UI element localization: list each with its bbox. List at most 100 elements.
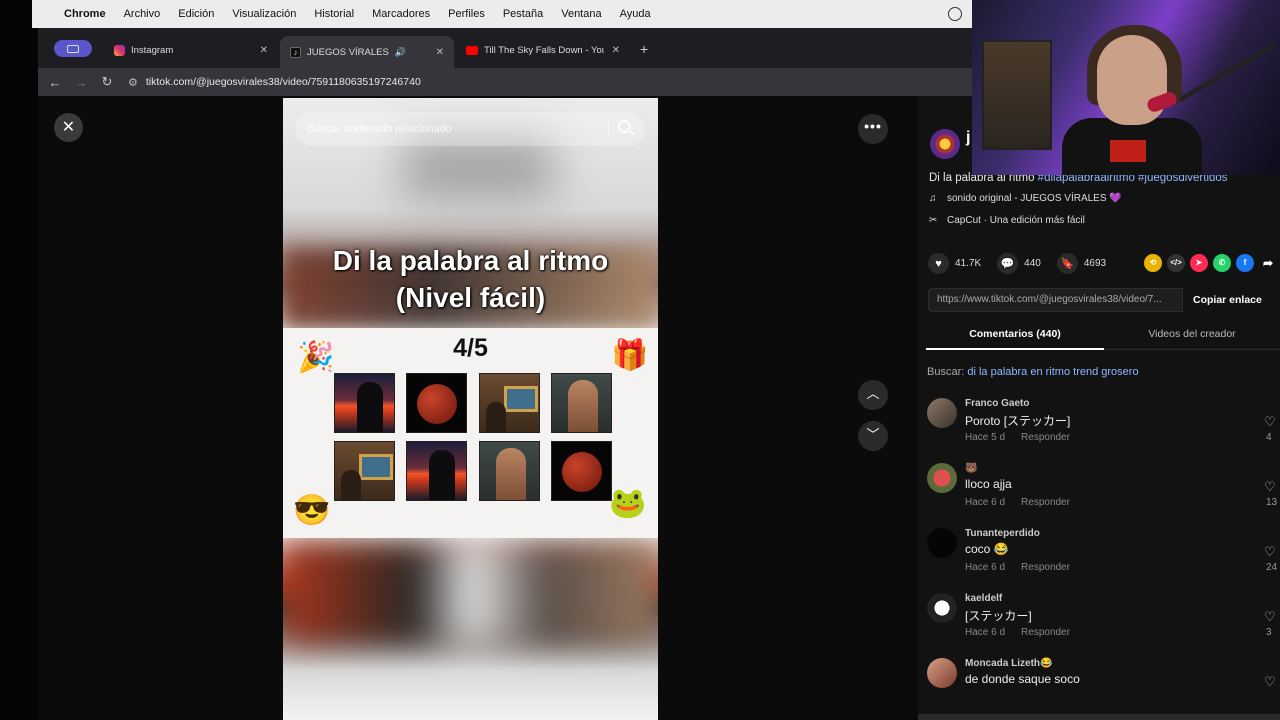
- comment-item: 🐻 lloco ajja Hace 6 d Responder ♡ 13: [918, 459, 1280, 524]
- save-button[interactable]: 🔖 4693: [1056, 253, 1106, 274]
- comment-text: Poroto [ステッカー]: [965, 414, 1071, 428]
- heart-outline-icon[interactable]: ♡: [1264, 479, 1276, 495]
- copy-link-button[interactable]: Copiar enlace: [1183, 288, 1272, 312]
- back-icon[interactable]: ←: [42, 75, 68, 90]
- menu-perfiles[interactable]: Perfiles: [448, 8, 485, 20]
- menu-ventana[interactable]: Ventana: [561, 8, 601, 20]
- menu-marcadores[interactable]: Marcadores: [372, 8, 430, 20]
- video-viewer: ✕ Di la palabra al ritmo (Nivel fácil) 4…: [38, 96, 918, 720]
- heart-outline-icon[interactable]: ♡: [1264, 609, 1276, 625]
- reply-button[interactable]: Responder: [1021, 497, 1070, 508]
- tile-bodybuilder: [551, 373, 612, 433]
- url-field[interactable]: ⚙ tiktok.com/@juegosvirales38/video/7591…: [128, 76, 421, 89]
- tiktok-icon: ♪: [290, 46, 301, 58]
- comment-item: Tunanteperdido coco 😂 Hace 6 d Responder …: [918, 524, 1280, 589]
- site-settings-icon[interactable]: ⚙: [128, 76, 138, 89]
- embed-icon[interactable]: </>: [1167, 254, 1185, 272]
- facebook-icon[interactable]: f: [1236, 254, 1254, 272]
- screen: Chrome Archivo Edición Visualización His…: [0, 0, 1280, 720]
- reply-button[interactable]: Responder: [1021, 562, 1070, 573]
- comment-text: [ステッカー]: [965, 609, 1032, 623]
- tab-comments[interactable]: Comentarios (440): [926, 328, 1104, 350]
- background-window: [0, 0, 38, 720]
- menu-archivo[interactable]: Archivo: [124, 8, 161, 20]
- tab-label: JUEGOS VÍRALES: [307, 46, 389, 58]
- status-icon[interactable]: [948, 7, 962, 21]
- forward-icon[interactable]: →: [68, 75, 94, 90]
- heart-icon: ♥: [928, 253, 949, 274]
- comment-username[interactable]: Franco Gaeto: [965, 398, 1029, 409]
- tile-sunset-reaper: [406, 441, 467, 501]
- sunglasses-face-icon: 😎: [293, 494, 331, 527]
- comment-text: lloco ajja: [965, 477, 1012, 491]
- avatar[interactable]: [927, 593, 957, 623]
- audio-playing-icon[interactable]: 🔊: [395, 47, 406, 58]
- creator-name[interactable]: j: [966, 129, 970, 147]
- avatar[interactable]: [927, 528, 957, 558]
- sound-link[interactable]: ♫ sonido original - JUEGOS VÍRALES 💜: [929, 193, 1122, 204]
- comment-username[interactable]: Moncada Lizeth😂: [965, 658, 1052, 669]
- tab-youtube[interactable]: Till The Sky Falls Down - You ✕: [456, 36, 630, 64]
- related-search-input[interactable]: [295, 112, 645, 146]
- tab-label: Till The Sky Falls Down - You: [484, 44, 604, 56]
- tile-bodybuilder: [479, 441, 540, 501]
- avatar[interactable]: [927, 658, 957, 688]
- close-tab-icon[interactable]: ✕: [612, 45, 620, 56]
- avatar[interactable]: [927, 463, 957, 493]
- tab-creator-videos[interactable]: Videos del creador: [1104, 328, 1280, 340]
- send-icon[interactable]: ➤: [1190, 254, 1208, 272]
- tile-sunset-reaper: [334, 373, 395, 433]
- comment-like-count: 4: [1266, 432, 1272, 443]
- repost-icon[interactable]: ⟲: [1144, 254, 1162, 272]
- heart-outline-icon[interactable]: ♡: [1264, 674, 1276, 690]
- comment-like-count: 3: [1266, 627, 1272, 638]
- search-suggestion[interactable]: Buscar: di la palabra en ritmo trend gro…: [927, 366, 1139, 378]
- reply-button[interactable]: Responder: [1021, 627, 1070, 638]
- comment-username[interactable]: kaeldelf: [965, 593, 1002, 604]
- share-arrow-icon[interactable]: ➦: [1259, 254, 1277, 272]
- comment-input-bar[interactable]: [918, 714, 1280, 720]
- blurred-background: [283, 543, 658, 643]
- search-icon[interactable]: [618, 120, 631, 133]
- heart-outline-icon[interactable]: ♡: [1264, 544, 1276, 560]
- comment-like-count: 13: [1266, 497, 1278, 508]
- tab-groups-icon[interactable]: [54, 40, 92, 57]
- avatar[interactable]: [927, 398, 957, 428]
- reply-button[interactable]: Responder: [1021, 432, 1070, 443]
- menu-visualizacion[interactable]: Visualización: [232, 8, 296, 20]
- video-player[interactable]: Di la palabra al ritmo (Nivel fácil) 4/5…: [283, 98, 658, 720]
- menu-edicion[interactable]: Edición: [178, 8, 214, 20]
- tile-museum-painting: [334, 441, 395, 501]
- tab-juegos-virales[interactable]: ♪ JUEGOS VÍRALES 🔊 ✕: [280, 36, 454, 68]
- macos-menubar: Chrome Archivo Edición Visualización His…: [32, 0, 972, 28]
- whatsapp-icon[interactable]: ✆: [1213, 254, 1231, 272]
- menu-ayuda[interactable]: Ayuda: [620, 8, 651, 20]
- video-link-field[interactable]: https://www.tiktok.com/@juegosvirales38/…: [928, 288, 1183, 312]
- like-button[interactable]: ♥ 41.7K: [928, 253, 981, 274]
- next-video-icon[interactable]: ﹀: [858, 421, 888, 451]
- comment-username[interactable]: Tunanteperdido: [965, 528, 1040, 539]
- webcam-overlay: [972, 0, 1280, 175]
- reload-icon[interactable]: ↻: [94, 74, 120, 90]
- new-tab-button[interactable]: +: [640, 41, 648, 57]
- capcut-icon: ✂: [929, 215, 938, 226]
- menu-pestana[interactable]: Pestaña: [503, 8, 543, 20]
- like-count: 41.7K: [955, 258, 982, 269]
- comment-username[interactable]: 🐻: [965, 463, 977, 474]
- close-icon[interactable]: ✕: [54, 113, 83, 142]
- capcut-link[interactable]: ✂ CapCut · Una edición más fácil: [929, 215, 1085, 226]
- menu-chrome[interactable]: Chrome: [64, 8, 106, 20]
- close-tab-icon[interactable]: ✕: [436, 47, 444, 58]
- comment-button[interactable]: 💬 440: [997, 253, 1041, 274]
- instagram-icon: [114, 44, 125, 56]
- frog-icon: 🐸: [609, 487, 647, 520]
- divider: [608, 120, 609, 138]
- close-tab-icon[interactable]: ✕: [260, 45, 268, 56]
- menu-historial[interactable]: Historial: [314, 8, 354, 20]
- previous-video-icon[interactable]: ︿: [858, 380, 888, 410]
- tab-instagram[interactable]: Instagram ✕: [104, 36, 278, 64]
- more-options-icon[interactable]: •••: [858, 114, 888, 144]
- heart-outline-icon[interactable]: ♡: [1264, 414, 1276, 430]
- comment-meta: Hace 5 d Responder: [965, 432, 1070, 443]
- creator-avatar[interactable]: [930, 129, 960, 159]
